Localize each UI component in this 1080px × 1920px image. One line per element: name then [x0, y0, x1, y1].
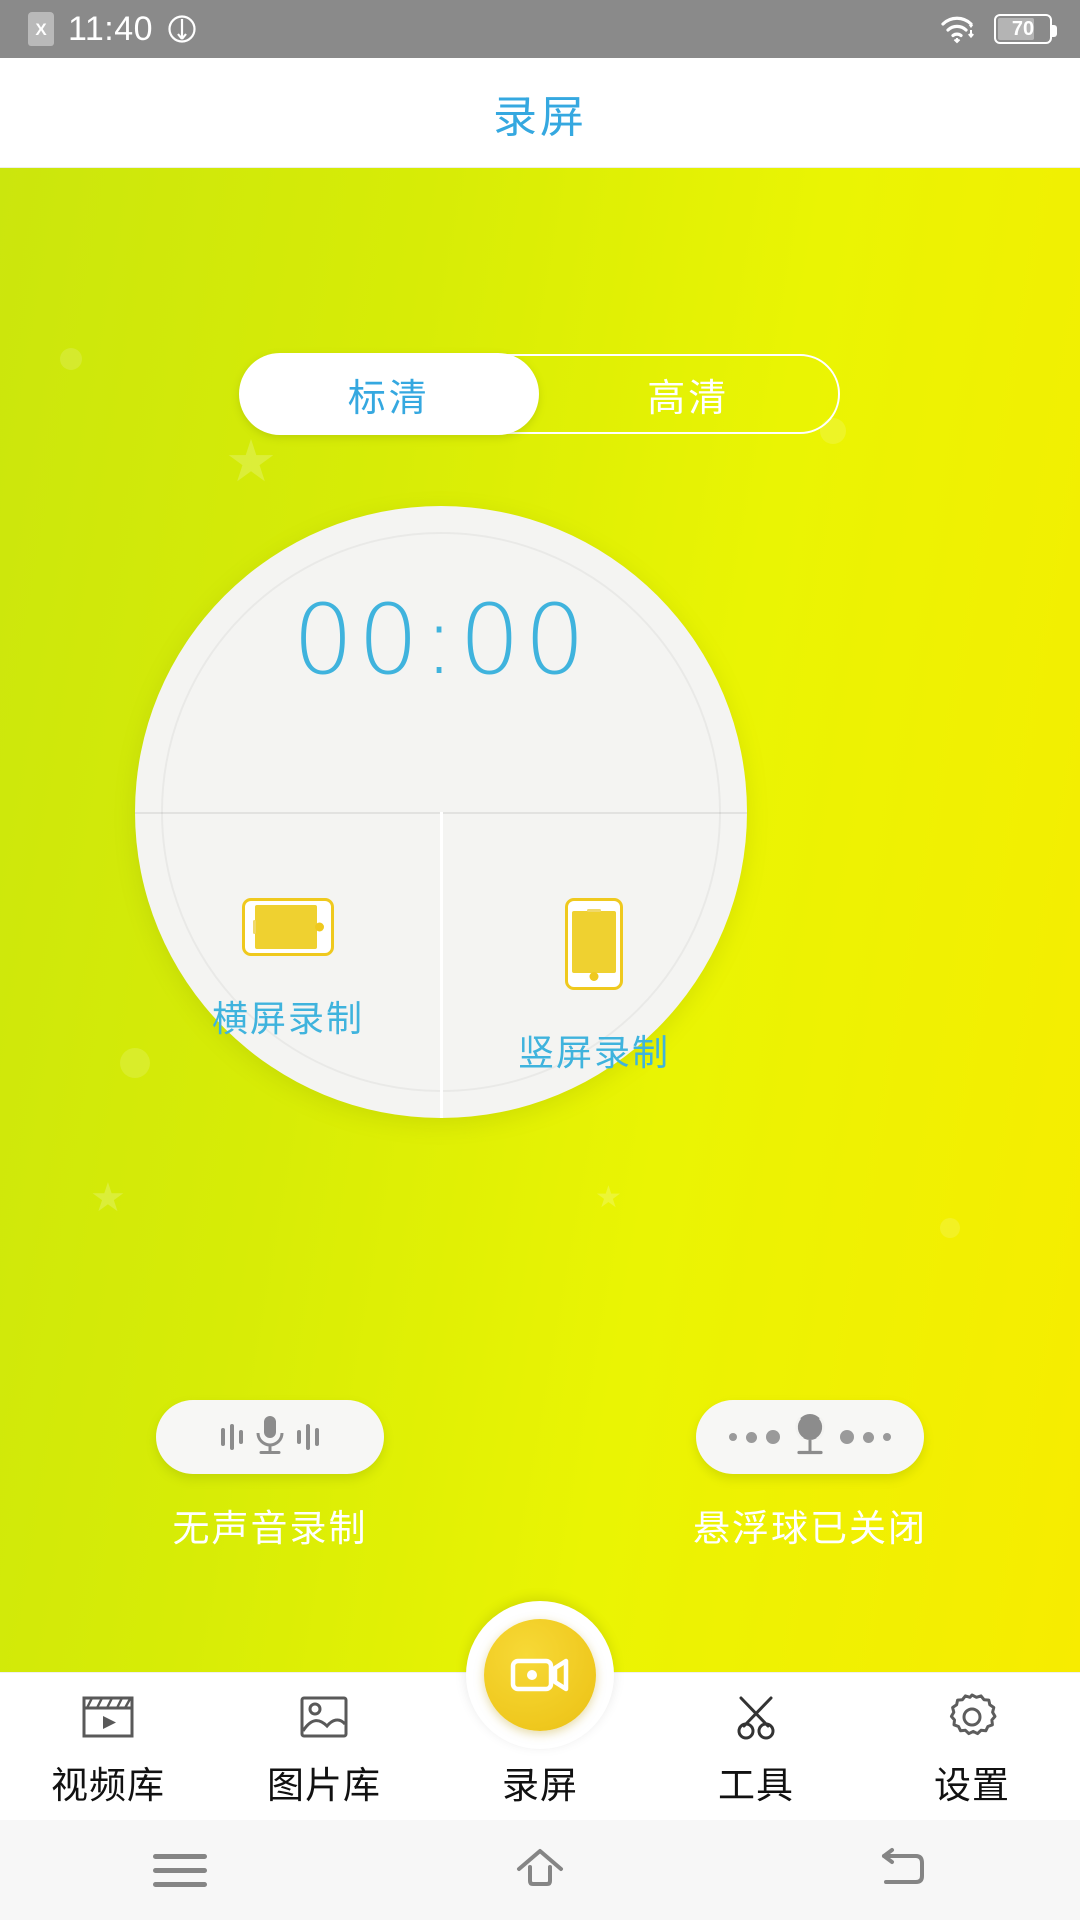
decor-bokeh: [60, 348, 82, 370]
nav-label-photo-library: 图片库: [267, 1755, 381, 1809]
record-fab-base[interactable]: [466, 1601, 614, 1749]
nav-item-photo-library[interactable]: 图片库: [216, 1673, 432, 1809]
status-bar-clock: 11:40: [68, 12, 153, 46]
landscape-record-button[interactable]: 横屏录制: [135, 836, 441, 1118]
nav-label-record: 录屏: [502, 1755, 578, 1809]
back-icon: [874, 1846, 926, 1895]
battery-indicator: 70: [994, 14, 1052, 44]
quality-option-hd[interactable]: 高清: [539, 356, 839, 432]
phone-landscape-icon: [242, 898, 334, 956]
portrait-record-label: 竖屏录制: [518, 1024, 670, 1076]
floating-ball-toggle-label: 悬浮球已关闭: [693, 1498, 927, 1552]
floating-ball-toggle-item: 悬浮球已关闭: [620, 1400, 1000, 1552]
decor-bokeh: [940, 1218, 960, 1238]
portrait-record-button[interactable]: 竖屏录制: [441, 836, 747, 1118]
nav-label-tools: 工具: [718, 1755, 794, 1809]
page-title: 录屏: [493, 81, 587, 145]
record-camera-icon[interactable]: [484, 1619, 596, 1731]
sim-card-icon: X: [28, 12, 54, 46]
bottom-navigation: 视频库 图片库 录屏: [0, 1672, 1080, 1820]
gear-icon: [946, 1687, 998, 1747]
sync-data-icon: [167, 14, 197, 44]
status-bar-left: X 11:40: [28, 12, 197, 46]
dots-left-icon: [729, 1430, 780, 1444]
nav-item-video-library[interactable]: 视频库: [0, 1673, 216, 1809]
status-bar: X 11:40 70: [0, 0, 1080, 58]
menu-icon: [153, 1854, 207, 1887]
decor-star: ★: [225, 433, 277, 491]
wave-left-icon: [221, 1424, 243, 1450]
main-content: ★ ★ ★ ★ 标清 高清 00:00 横屏录制 竖屏录制: [0, 168, 1080, 1672]
quality-segmented-control[interactable]: 标清 高清: [240, 354, 840, 434]
phone-portrait-icon: [565, 898, 623, 990]
toggle-row: 无声音录制: [0, 1400, 1080, 1552]
recorder-dial[interactable]: 00:00 横屏录制 竖屏录制: [135, 506, 747, 1118]
nav-item-record[interactable]: 录屏: [432, 1673, 648, 1809]
android-navigation-bar: [0, 1820, 1080, 1920]
battery-level-label: 70: [998, 19, 1048, 39]
decor-star: ★: [90, 1178, 126, 1218]
wifi-icon: [940, 14, 978, 44]
app-title-bar: 录屏: [0, 58, 1080, 168]
floating-ball-toggle-button[interactable]: [696, 1400, 924, 1474]
android-back-button[interactable]: [720, 1846, 1080, 1895]
audio-toggle-item: 无声音录制: [80, 1400, 460, 1552]
android-menu-button[interactable]: [0, 1854, 360, 1887]
nav-item-settings[interactable]: 设置: [864, 1673, 1080, 1809]
dots-right-icon: [840, 1430, 891, 1444]
photo-library-icon: [298, 1687, 350, 1747]
status-bar-right: 70: [940, 14, 1052, 44]
android-home-button[interactable]: [360, 1845, 720, 1896]
nav-item-tools[interactable]: 工具: [648, 1673, 864, 1809]
wave-right-icon: [297, 1424, 319, 1450]
scissors-icon: [730, 1687, 782, 1747]
recording-timer: 00:00: [135, 584, 747, 696]
audio-toggle-button[interactable]: [156, 1400, 384, 1474]
decor-star: ★: [595, 1183, 622, 1213]
floating-ball-icon: [790, 1412, 830, 1463]
home-icon: [513, 1845, 567, 1896]
microphone-icon: [253, 1413, 287, 1462]
nav-label-settings: 设置: [934, 1755, 1010, 1809]
audio-toggle-label: 无声音录制: [173, 1498, 368, 1552]
landscape-record-label: 横屏录制: [212, 990, 364, 1042]
nav-label-video-library: 视频库: [51, 1755, 165, 1809]
quality-option-sd[interactable]: 标清: [239, 353, 539, 435]
video-library-icon: [80, 1687, 136, 1747]
